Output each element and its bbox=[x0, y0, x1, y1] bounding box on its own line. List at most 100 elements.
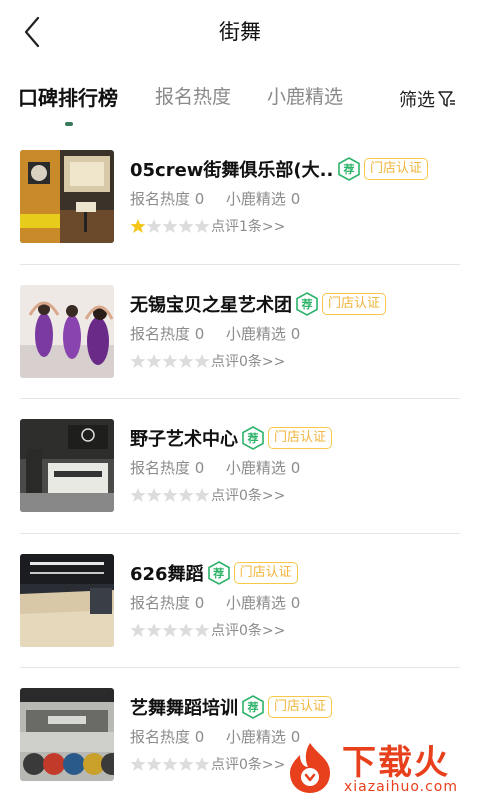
store-certified-badge: 门店认证 bbox=[268, 427, 333, 449]
studio-thumbnail bbox=[20, 150, 114, 243]
deer-picks-label: 小鹿精选 bbox=[225, 324, 286, 343]
recommended-badge-label: 荐 bbox=[301, 297, 313, 311]
star-rating bbox=[130, 487, 210, 503]
star-rating bbox=[130, 353, 210, 369]
review-count-link[interactable]: 点评0条>> bbox=[211, 754, 285, 774]
star-empty-icon bbox=[178, 757, 194, 771]
star-empty-icon bbox=[194, 353, 210, 368]
recommended-badge: 荐 bbox=[338, 157, 360, 181]
star-empty-icon bbox=[146, 353, 162, 368]
studio-thumbnail bbox=[20, 419, 114, 512]
studio-thumbnail bbox=[20, 688, 114, 781]
signup-heat-label: 报名热度 bbox=[130, 459, 191, 477]
recommended-badge-label: 荐 bbox=[343, 163, 355, 176]
studio-name: 野子艺术中心 bbox=[130, 429, 238, 450]
review-count-link[interactable]: 点评0条>> bbox=[211, 351, 285, 371]
deer-picks-label: 小鹿精选 bbox=[225, 593, 286, 612]
recommended-badge: 荐 bbox=[242, 426, 264, 450]
star-empty-icon bbox=[194, 488, 210, 502]
stats-row: 报名热度 0 小鹿精选 0 bbox=[130, 592, 460, 614]
star-empty-icon bbox=[178, 219, 194, 233]
star-empty-icon bbox=[130, 353, 146, 368]
star-empty-icon bbox=[162, 353, 178, 368]
signup-heat-value: 0 bbox=[194, 459, 205, 477]
studio-name: 无锡宝贝之星艺术团 bbox=[130, 294, 292, 316]
studio-thumbnail bbox=[20, 553, 114, 647]
studio-name: 艺舞舞蹈培训 bbox=[130, 698, 238, 719]
watermark-text: 下载火 bbox=[342, 743, 450, 783]
star-empty-icon bbox=[146, 488, 162, 502]
store-certified-badge: 门店认证 bbox=[268, 696, 333, 718]
review-count-link[interactable]: 点评0条>> bbox=[211, 620, 285, 640]
star-rating bbox=[130, 622, 210, 638]
star-empty-icon bbox=[162, 622, 178, 637]
deer-picks-label: 小鹿精选 bbox=[225, 728, 286, 746]
stats-row: 报名热度 0 小鹿精选 0 bbox=[130, 323, 460, 345]
rating-row: 点评0条>> bbox=[130, 618, 460, 642]
rating-row: 点评1条>> bbox=[130, 214, 460, 238]
studio-thumbnail bbox=[20, 284, 114, 378]
filter-funnel-icon bbox=[438, 91, 455, 107]
star-empty-icon bbox=[194, 757, 210, 771]
watermark-logo: 下载火 xiazaihuo.com bbox=[282, 735, 478, 797]
star-empty-icon bbox=[146, 757, 162, 771]
rating-row: 点评0条>> bbox=[130, 483, 460, 507]
list-item[interactable]: 无锡宝贝之星艺术团 荐 门店认证 报名热度 0 小鹿精选 0 点评0条>> bbox=[0, 265, 480, 399]
store-certified-badge: 门店认证 bbox=[233, 561, 298, 584]
studio-name: 626舞蹈 bbox=[130, 563, 204, 585]
recommended-badge-label: 荐 bbox=[247, 432, 259, 445]
studio-info: 05crew街舞俱乐部(大... 荐 门店认证 报名热度 0 小鹿精选 0 点评… bbox=[130, 154, 460, 238]
deer-picks-label: 小鹿精选 bbox=[225, 459, 286, 477]
star-rating bbox=[130, 218, 210, 234]
list-item[interactable]: 野子艺术中心 荐 门店认证 报名热度 0 小鹿精选 0 点评0条>> bbox=[0, 399, 480, 534]
recommended-badge: 荐 bbox=[296, 291, 318, 316]
tab-reputation-ranking[interactable]: 口碑排行榜 bbox=[18, 82, 118, 111]
rating-row: 点评0条>> bbox=[130, 349, 460, 373]
studio-info: 626舞蹈 荐 门店认证 报名热度 0 小鹿精选 0 点评0条>> bbox=[130, 558, 460, 642]
studio-name: 05crew街舞俱乐部(大... bbox=[130, 160, 334, 181]
star-filled-icon bbox=[130, 219, 146, 233]
star-empty-icon bbox=[146, 219, 162, 233]
signup-heat-value: 0 bbox=[194, 324, 205, 343]
recommended-badge-label: 荐 bbox=[247, 701, 259, 714]
recommended-badge-label: 荐 bbox=[213, 566, 225, 580]
star-empty-icon bbox=[162, 757, 178, 771]
star-empty-icon bbox=[162, 488, 178, 502]
star-empty-icon bbox=[130, 757, 146, 771]
star-empty-icon bbox=[194, 622, 210, 637]
signup-heat-value: 0 bbox=[194, 593, 205, 612]
store-certified-badge: 门店认证 bbox=[322, 292, 387, 315]
deer-picks-value: 0 bbox=[290, 324, 301, 343]
deer-picks-value: 0 bbox=[290, 459, 301, 477]
flame-logo-icon bbox=[290, 743, 330, 793]
header-bar: 街舞 bbox=[0, 0, 480, 64]
signup-heat-label: 报名热度 bbox=[130, 190, 191, 208]
star-empty-icon bbox=[130, 488, 146, 502]
studio-info: 无锡宝贝之星艺术团 荐 门店认证 报名热度 0 小鹿精选 0 点评0条>> bbox=[130, 289, 460, 373]
star-empty-icon bbox=[162, 219, 178, 233]
deer-picks-value: 0 bbox=[290, 593, 301, 612]
tab-bar: 口碑排行榜 报名热度 小鹿精选 筛选 bbox=[0, 76, 480, 126]
review-count-link[interactable]: 点评1条>> bbox=[211, 216, 285, 236]
star-empty-icon bbox=[178, 622, 194, 637]
deer-picks-value: 0 bbox=[290, 190, 301, 208]
stats-row: 报名热度 0 小鹿精选 0 bbox=[130, 457, 460, 479]
watermark-url: xiazaihuo.com bbox=[344, 779, 458, 795]
signup-heat-value: 0 bbox=[194, 728, 205, 746]
store-certified-badge: 门店认证 bbox=[364, 158, 429, 180]
deer-picks-label: 小鹿精选 bbox=[225, 190, 286, 208]
active-tab-indicator bbox=[65, 122, 73, 126]
filter-button[interactable]: 筛选 bbox=[399, 86, 457, 112]
recommended-badge: 荐 bbox=[242, 695, 264, 719]
tab-signup-heat[interactable]: 报名热度 bbox=[155, 82, 231, 109]
tab-deer-picks[interactable]: 小鹿精选 bbox=[267, 82, 343, 109]
list-item[interactable]: 05crew街舞俱乐部(大... 荐 门店认证 报名热度 0 小鹿精选 0 点评… bbox=[0, 130, 480, 265]
star-empty-icon bbox=[178, 488, 194, 502]
stats-row: 报名热度 0 小鹿精选 0 bbox=[130, 188, 460, 210]
signup-heat-label: 报名热度 bbox=[130, 593, 191, 612]
star-empty-icon bbox=[146, 622, 162, 637]
review-count-link[interactable]: 点评0条>> bbox=[211, 485, 285, 505]
signup-heat-label: 报名热度 bbox=[130, 728, 191, 746]
star-empty-icon bbox=[178, 353, 194, 368]
list-item[interactable]: 626舞蹈 荐 门店认证 报名热度 0 小鹿精选 0 点评0条>> bbox=[0, 534, 480, 668]
